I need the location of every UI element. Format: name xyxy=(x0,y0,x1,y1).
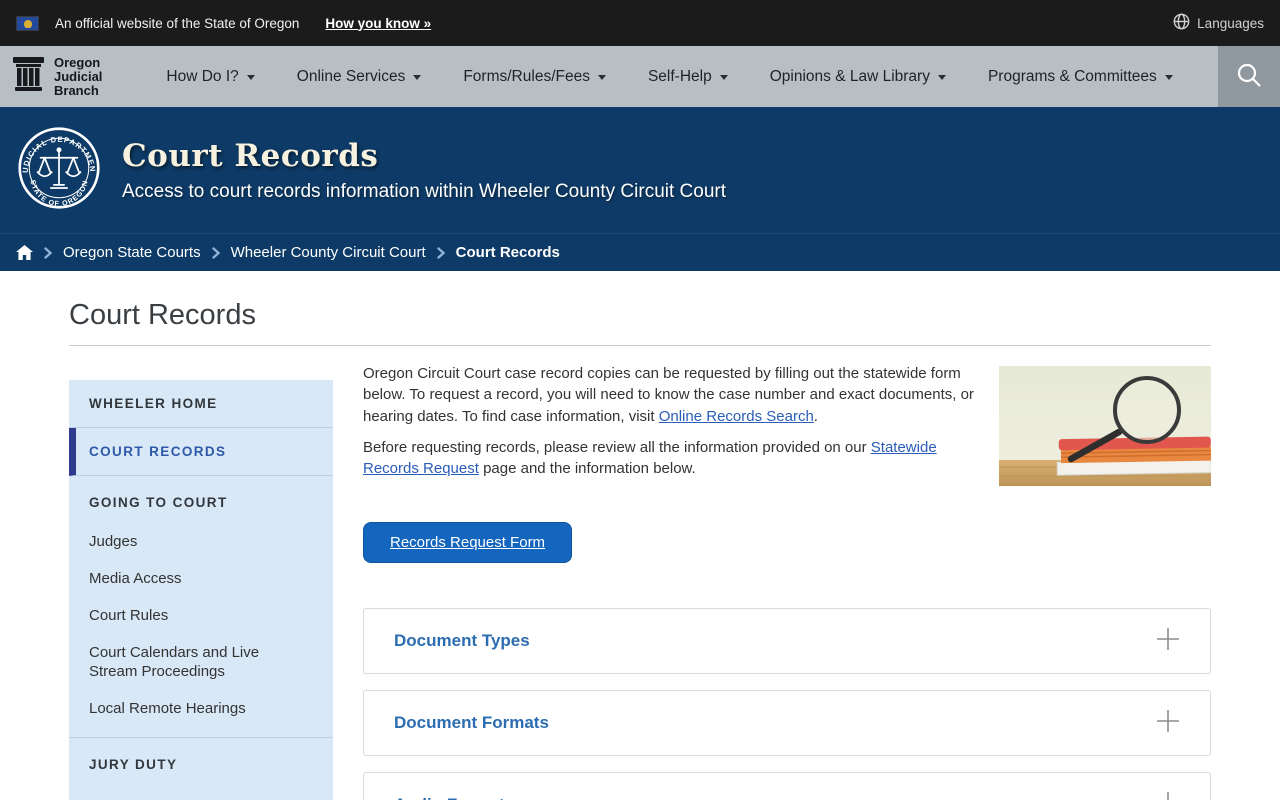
chevron-down-icon xyxy=(1164,75,1173,80)
records-request-form-button[interactable]: Records Request Form xyxy=(363,522,573,564)
languages-button[interactable]: Languages xyxy=(1173,13,1264,33)
oregon-judicial-seal-icon: JUDICIAL DEPARTMENT ★ STATE OF OREGON ★ xyxy=(13,120,100,214)
main-column: Oregon Circuit Court case record copies … xyxy=(363,363,1212,800)
menu-item[interactable]: Online Services xyxy=(297,68,422,86)
home-icon[interactable] xyxy=(16,245,33,260)
page-content: Court Records WHEELER HOME COURT RECORDS… xyxy=(0,271,1280,800)
breadcrumb-item: Oregon State Courts xyxy=(33,244,201,261)
globe-icon xyxy=(1173,13,1190,33)
search-icon xyxy=(1235,61,1263,92)
sidebar-item[interactable]: Media Access xyxy=(69,560,333,597)
sidebar-item[interactable]: Judges xyxy=(69,523,333,560)
hero-banner: JUDICIAL DEPARTMENT ★ STATE OF OREGON ★ … xyxy=(0,107,1280,233)
page-title: Court Records xyxy=(69,299,256,331)
languages-label: Languages xyxy=(1197,15,1264,31)
chevron-down-icon xyxy=(937,75,946,80)
column-icon xyxy=(12,54,45,99)
breadcrumb: Oregon State Courts Wheeler County Circu… xyxy=(0,233,1280,271)
sidebar-item[interactable]: Court Calendars and Live Stream Proceedi… xyxy=(69,634,333,690)
online-records-search-link[interactable]: Online Records Search xyxy=(659,408,814,425)
chevron-right-icon xyxy=(44,246,52,259)
search-button[interactable] xyxy=(1218,46,1280,107)
sidebar-item[interactable]: WHEELER HOME xyxy=(69,380,333,428)
logo-wordmark: Oregon Judicial Branch xyxy=(54,54,103,98)
hero-title: Court Records xyxy=(122,137,379,174)
chevron-right-icon xyxy=(211,246,220,259)
chevron-down-icon xyxy=(413,75,422,80)
divider xyxy=(69,345,1211,346)
plus-icon xyxy=(1156,627,1180,656)
accordion-list: Document Types Document Formats Audio xyxy=(363,608,1211,800)
menu-item[interactable]: Programs & Committees xyxy=(988,68,1173,86)
chevron-right-icon xyxy=(436,246,445,259)
chevron-down-icon xyxy=(719,75,728,80)
accordion-header[interactable]: Document Formats xyxy=(363,690,1211,757)
ojd-logo[interactable]: Oregon Judicial Branch xyxy=(0,46,102,107)
sidebar-item[interactable]: GOING TO COURT xyxy=(69,476,333,523)
menu-item[interactable]: Forms/Rules/Fees xyxy=(463,68,606,86)
intro-text: Oregon Circuit Court case record copies … xyxy=(363,363,979,489)
paragraph-1: Oregon Circuit Court case record copies … xyxy=(363,365,974,425)
accordion-header[interactable]: Document Types xyxy=(363,608,1211,675)
sidebar-item[interactable]: Local Remote Hearings xyxy=(69,690,333,727)
breadcrumb-item: Court Records xyxy=(426,244,560,261)
official-text: An official website of the State of Oreg… xyxy=(55,15,300,31)
hero-subtitle: Access to court records information with… xyxy=(122,180,727,202)
plus-icon xyxy=(1156,791,1180,800)
sidebar-item[interactable]: JURY DUTY xyxy=(69,737,333,785)
sidebar-item[interactable]: COURT RECORDS xyxy=(69,428,333,476)
oregon-flag-icon xyxy=(16,15,39,31)
main-navbar: Oregon Judicial Branch How Do I? Online … xyxy=(0,46,1280,107)
local-sidebar: WHEELER HOME COURT RECORDS GOING TO COUR… xyxy=(69,380,333,800)
accordion-header[interactable]: Audio Formats xyxy=(363,772,1211,800)
paragraph-2: Before requesting records, please review… xyxy=(363,438,937,478)
breadcrumb-item: Wheeler County Circuit Court xyxy=(201,244,426,261)
menu-item[interactable]: How Do I? xyxy=(166,68,255,86)
chevron-down-icon xyxy=(246,75,255,80)
menu-item[interactable]: Self-Help xyxy=(648,68,728,86)
menu-item[interactable]: Opinions & Law Library xyxy=(770,68,946,86)
books-magnifier-photo xyxy=(999,366,1212,486)
sidebar-item[interactable]: Court Rules xyxy=(69,597,333,634)
official-banner: An official website of the State of Oreg… xyxy=(0,0,1280,46)
plus-icon xyxy=(1156,709,1180,738)
chevron-down-icon xyxy=(597,75,606,80)
how-you-know-link[interactable]: How you know » xyxy=(325,16,431,31)
primary-menu: How Do I? Online Services Forms/Rules/Fe… xyxy=(166,46,1173,107)
